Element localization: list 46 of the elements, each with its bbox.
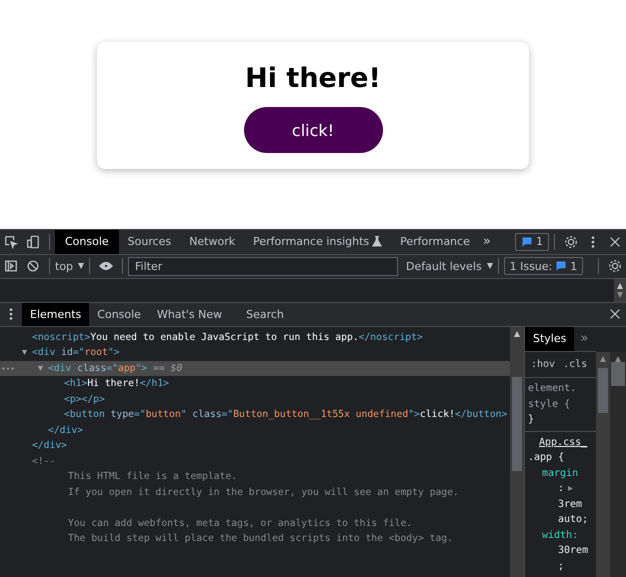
style-filter[interactable]: :hov: [531, 356, 556, 372]
more-tabs[interactable]: »: [482, 234, 491, 249]
drawer-tab[interactable]: What's New: [148, 302, 230, 326]
comment-line: This HTML file is a template.: [67, 470, 238, 484]
css-value: ;: [557, 560, 566, 574]
css-value: 3rem: [557, 498, 584, 512]
comment-line: If you open it directly in the browser, you will see an empty page.: [67, 486, 460, 500]
drawer-tab[interactable]: Elements: [22, 302, 90, 326]
heading: Hi there!: [245, 62, 381, 96]
dom-node[interactable]: <button type="button" class="Button_button__1t55x undefined">click!</button>: [0, 407, 510, 422]
dom-node[interactable]: <noscript>You need to enable JavaScript to run this app.</noscript>: [0, 330, 510, 345]
issues-badge[interactable]: 1 Issue: 1: [504, 257, 584, 275]
panel-tab[interactable]: Performance insights: [244, 230, 392, 254]
dom-node[interactable]: <div id="root">: [0, 345, 510, 360]
css-property: width:: [541, 528, 580, 542]
context-select[interactable]: top: [55, 260, 84, 272]
closing-tag: </div>: [0, 438, 510, 454]
levels-select[interactable]: Default levels: [406, 260, 493, 272]
dom-node[interactable]: <div class="app"> == $0: [0, 360, 510, 376]
style-rule-text: }: [528, 413, 536, 427]
filter-field[interactable]: Filter: [128, 256, 398, 276]
panel-tab[interactable]: Performance: [391, 230, 479, 254]
style-rule-text: element.: [528, 382, 578, 396]
closing-tag: </div>: [0, 422, 510, 438]
panel-tab[interactable]: Sources: [118, 230, 180, 254]
css-selector: .app {: [528, 451, 566, 465]
click-button[interactable]: click!: [244, 107, 382, 153]
dom-node[interactable]: <p></p>: [0, 392, 510, 407]
css-property: margin: [541, 466, 580, 480]
source-link[interactable]: App.css_: [528, 434, 594, 450]
drawer-tab[interactable]: Search: [238, 302, 292, 326]
style-rule-text: style {: [528, 398, 572, 412]
comment-line: The build step will place the bundled scripts into the <body> tag.: [67, 532, 454, 546]
panel-tab[interactable]: Console: [55, 230, 119, 254]
css-separator: :: [558, 482, 564, 496]
dom-node[interactable]: <h1>Hi there!</h1>: [0, 376, 510, 392]
comment-line: You can add webfonts, meta tags, or analytics to this file.: [67, 516, 414, 531]
more-tabs[interactable]: »: [580, 331, 588, 346]
panel-tab[interactable]: Network: [180, 230, 244, 254]
css-value: 30rem: [557, 544, 590, 558]
messages-badge[interactable]: 1: [515, 232, 549, 250]
comment-open: <!--: [31, 454, 56, 469]
styles-tab[interactable]: Styles: [525, 326, 574, 350]
css-value: auto;: [557, 513, 590, 527]
style-filter[interactable]: .cls: [563, 356, 588, 372]
drawer-tab[interactable]: Console: [89, 302, 149, 326]
